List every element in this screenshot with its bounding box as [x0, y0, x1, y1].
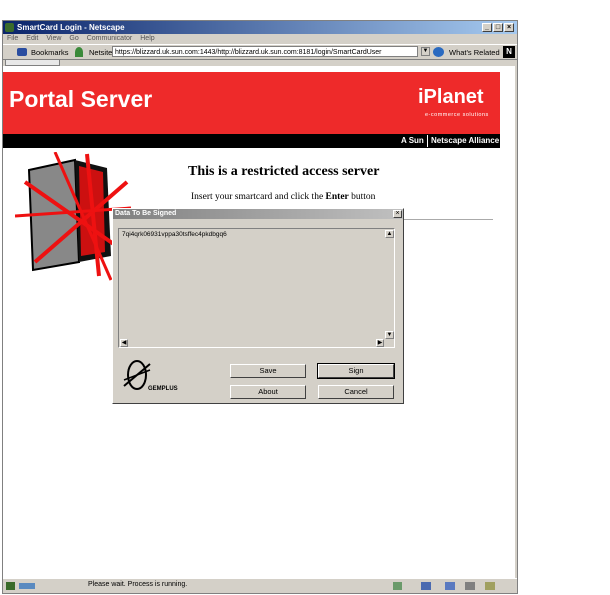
menu-bar: File Edit View Go Communicator Help [3, 34, 517, 44]
security-lock-icon[interactable] [6, 582, 15, 590]
url-input[interactable]: https://blizzard.uk.sun.com:1443/http://… [112, 46, 418, 57]
restricted-heading: This is a restricted access server [188, 164, 380, 179]
netscape-logo-icon: N [503, 46, 515, 58]
netsite-label: Netsite: [89, 48, 115, 57]
netscape-app-icon [5, 23, 14, 32]
dialog-title-text: Data To Be Signed [115, 210, 177, 217]
signed-data-textarea[interactable]: 7qi4qrk06931vppa30tsffec4pkdbgq6 [118, 228, 395, 348]
connection-icon [19, 583, 35, 589]
scroll-left-icon[interactable]: ◀ [120, 339, 128, 347]
minimize-button[interactable]: _ [482, 23, 492, 32]
menu-go[interactable]: Go [69, 35, 78, 42]
scroll-up-icon[interactable]: ▲ [385, 230, 394, 238]
menu-view[interactable]: View [46, 35, 61, 42]
status-text: Please wait. Process is running. [88, 581, 188, 588]
save-button[interactable]: Save [230, 364, 306, 378]
component-icon-1[interactable] [393, 582, 402, 590]
instruction-post: button [348, 192, 376, 202]
status-bar [3, 578, 517, 593]
window-title: SmartCard Login - Netscape [17, 23, 125, 32]
whats-related-icon [433, 47, 444, 57]
menu-file[interactable]: File [7, 35, 18, 42]
whats-related-button[interactable]: What's Related [449, 48, 500, 57]
portal-title: Portal Server [9, 86, 153, 112]
mail-icon[interactable] [421, 582, 431, 590]
menu-help[interactable]: Help [140, 35, 154, 42]
url-dropdown-arrow-icon[interactable]: ▼ [421, 47, 430, 56]
groups-icon[interactable] [445, 582, 455, 590]
instruction-pre: Insert your smartcard and click the [191, 192, 326, 202]
title-bar: SmartCard Login - Netscape _ □ × [3, 21, 517, 34]
menu-edit[interactable]: Edit [26, 35, 38, 42]
netsite-icon [75, 47, 83, 57]
scroll-right-icon[interactable]: ▶ [376, 339, 384, 347]
dialog-title: Data To Be Signed [113, 209, 403, 219]
gemplus-brand: GEMPLUS [148, 386, 178, 392]
composer-icon[interactable] [465, 582, 475, 590]
iplanet-logo: iPlanet [418, 86, 484, 108]
alliance-divider [427, 135, 428, 147]
alliance-bar: A Sun Netscape Alliance [3, 134, 500, 148]
iplanet-tagline: e-commerce solutions [425, 112, 489, 118]
close-button[interactable]: × [504, 23, 514, 32]
cancel-button[interactable]: Cancel [318, 385, 394, 399]
edit-icon[interactable] [485, 582, 495, 590]
instruction-enter: Enter [325, 192, 349, 202]
bookmarks-button[interactable]: Bookmarks [31, 48, 69, 57]
alliance-sun: A Sun [401, 136, 424, 145]
alliance-netscape: Netscape Alliance [431, 136, 500, 145]
dialog-close-button[interactable]: × [393, 210, 402, 218]
maximize-button[interactable]: □ [493, 23, 503, 32]
sign-button[interactable]: Sign [317, 363, 395, 379]
instruction-text: Insert your smartcard and click the Ente… [191, 192, 375, 202]
bookmarks-icon [17, 48, 27, 56]
menu-communicator[interactable]: Communicator [87, 35, 133, 42]
about-button[interactable]: About [230, 385, 306, 399]
scroll-down-icon[interactable]: ▼ [385, 331, 394, 339]
